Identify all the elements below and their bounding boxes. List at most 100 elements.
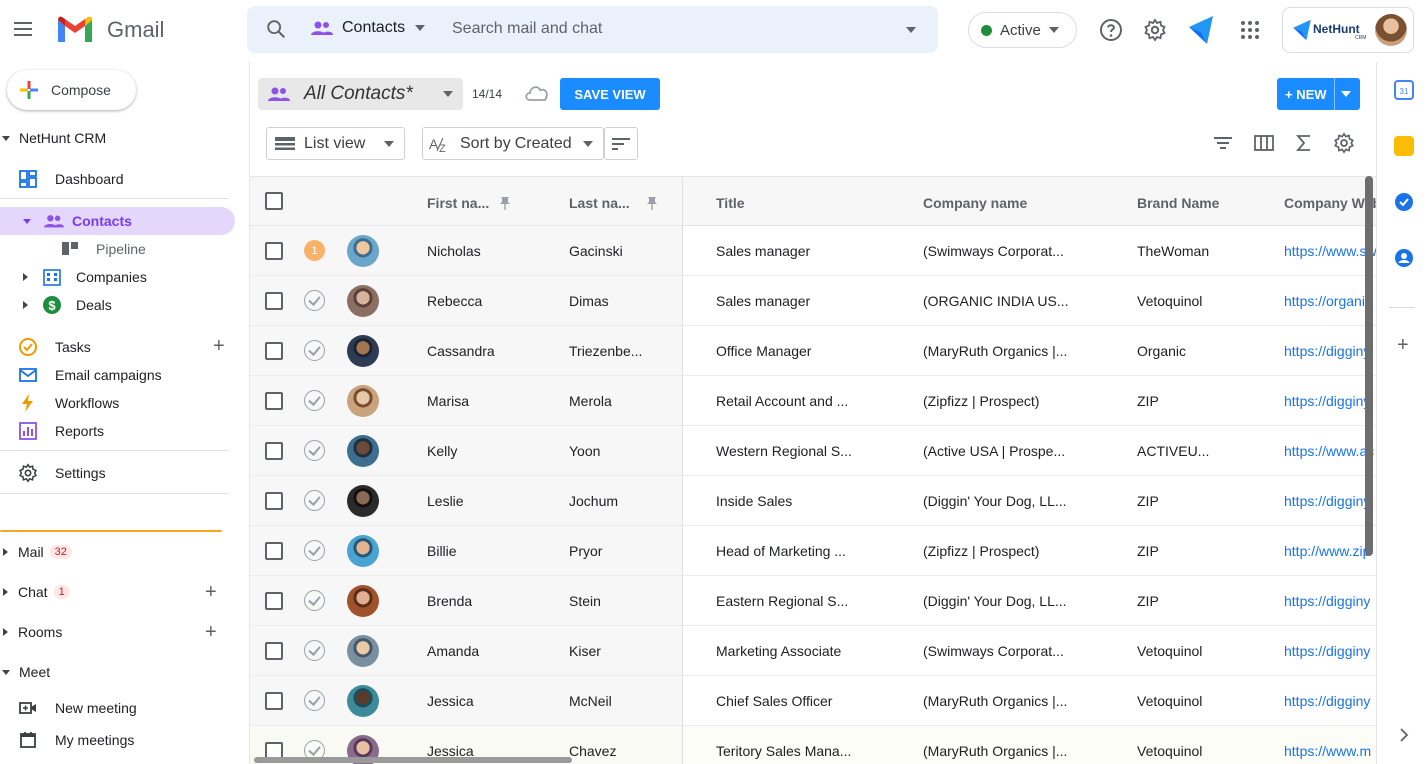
horizontal-scrollbar[interactable] (254, 757, 572, 763)
sidebar-item-pipeline[interactable]: Pipeline (0, 235, 235, 263)
contact-avatar[interactable] (347, 285, 379, 317)
main-menu-icon[interactable] (14, 18, 40, 44)
contact-avatar[interactable] (347, 685, 379, 717)
help-icon[interactable] (1099, 18, 1123, 42)
view-selector[interactable]: All Contacts* (258, 78, 463, 110)
cell-company-website[interactable]: https://digginy (1284, 593, 1376, 609)
row-checkbox[interactable] (265, 592, 283, 610)
header-first-name[interactable]: First na... (427, 195, 511, 211)
cloud-sync-icon[interactable] (524, 84, 550, 102)
row-checkbox[interactable] (265, 492, 283, 510)
search-scope-selector[interactable]: Contacts (311, 19, 426, 37)
header-brand-name[interactable]: Brand Name (1137, 195, 1219, 211)
task-done-check-icon[interactable] (304, 540, 325, 561)
header-company-website[interactable]: Company Webs (1284, 195, 1376, 211)
task-done-check-icon[interactable] (304, 690, 325, 711)
header-last-name[interactable]: Last na... (569, 195, 658, 211)
chevron-down-icon[interactable] (1341, 91, 1351, 97)
contact-avatar[interactable] (347, 235, 379, 267)
table-row[interactable]: 1 Nicholas Gacinski Sales manager (Swimways … (250, 226, 1376, 276)
pin-icon[interactable] (646, 196, 658, 210)
search-options-icon[interactable] (906, 27, 916, 33)
cell-company-website[interactable]: https://digginy (1284, 493, 1376, 509)
apps-grid-icon[interactable] (1238, 18, 1262, 42)
section-meet[interactable]: Meet (0, 664, 50, 680)
contact-avatar[interactable] (347, 535, 379, 567)
chevron-right-icon[interactable] (1399, 728, 1409, 742)
table-row[interactable]: Billie Pryor Head of Marketing ... (Zipfizz… (250, 526, 1376, 576)
user-avatar[interactable] (1375, 14, 1407, 46)
task-done-check-icon[interactable] (304, 390, 325, 411)
task-done-check-icon[interactable] (304, 290, 325, 311)
calendar-app-icon[interactable]: 31 (1394, 80, 1414, 100)
search-bar[interactable]: Contacts (247, 6, 938, 53)
sidebar-item-contacts[interactable]: Contacts (0, 207, 235, 235)
cell-company-website[interactable]: https://organic (1284, 293, 1376, 309)
section-nethunt-crm[interactable]: NetHunt CRM (0, 130, 106, 146)
search-icon[interactable] (265, 18, 287, 40)
table-row[interactable]: Cassandra Triezenbe... Office Manager (Mary… (250, 326, 1376, 376)
table-row[interactable]: Jessica McNeil Chief Sales Officer (MaryRut… (250, 676, 1376, 726)
section-mail[interactable]: Mail 32 (0, 544, 72, 560)
contact-avatar[interactable] (347, 385, 379, 417)
cell-company-website[interactable]: https://digginy (1284, 693, 1376, 709)
table-row[interactable]: Marisa Merola Retail Account and ... (Zipfi… (250, 376, 1376, 426)
cell-company-website[interactable]: https://digginy (1284, 393, 1376, 409)
account-badge[interactable]: NetHunt CRM (1282, 7, 1414, 53)
section-chat[interactable]: Chat 1 (0, 584, 70, 600)
cell-company-website[interactable]: https://www.ac (1284, 443, 1376, 459)
row-checkbox[interactable] (265, 392, 283, 410)
new-meeting-item[interactable]: New meeting (0, 694, 235, 722)
contact-avatar[interactable] (347, 335, 379, 367)
sidebar-item-email-campaigns[interactable]: Email campaigns (0, 361, 235, 389)
new-record-button[interactable]: + NEW (1277, 78, 1360, 110)
table-row[interactable]: Rebecca Dimas Sales manager (ORGANIC INDIA … (250, 276, 1376, 326)
table-row[interactable]: Brenda Stein Eastern Regional S... (Diggin'… (250, 576, 1376, 626)
task-done-check-icon[interactable] (304, 490, 325, 511)
header-title[interactable]: Title (716, 195, 745, 211)
sort-direction-button[interactable] (604, 127, 638, 160)
cell-company-website[interactable]: https://digginy (1284, 643, 1376, 659)
view-settings-gear-icon[interactable] (1333, 132, 1355, 154)
cell-company-website[interactable]: https://www.m (1284, 743, 1376, 759)
sidebar-item-tasks[interactable]: Tasks (0, 333, 235, 361)
sidebar-item-settings[interactable]: Settings (0, 459, 235, 487)
row-checkbox[interactable] (265, 442, 283, 460)
task-done-check-icon[interactable] (304, 440, 325, 461)
contacts-app-icon[interactable] (1394, 248, 1414, 268)
row-checkbox[interactable] (265, 692, 283, 710)
pin-icon[interactable] (499, 196, 511, 210)
status-selector[interactable]: Active (968, 12, 1077, 48)
vertical-scrollbar[interactable] (1365, 176, 1373, 556)
table-row[interactable]: Amanda Kiser Marketing Associate (Swimways … (250, 626, 1376, 676)
row-checkbox[interactable] (265, 242, 283, 260)
contact-avatar[interactable] (347, 485, 379, 517)
contact-avatar[interactable] (347, 635, 379, 667)
sort-selector[interactable]: AZ Sort by Created (422, 127, 604, 160)
sidebar-item-reports[interactable]: Reports (0, 417, 235, 445)
columns-icon[interactable] (1253, 132, 1275, 154)
compose-button[interactable]: Compose (7, 70, 136, 110)
filter-icon[interactable] (1212, 132, 1234, 154)
get-addons-button[interactable]: + (1397, 334, 1409, 357)
sidebar-item-workflows[interactable]: Workflows (0, 389, 235, 417)
search-input[interactable] (452, 16, 882, 42)
contact-avatar[interactable] (347, 435, 379, 467)
row-checkbox[interactable] (265, 342, 283, 360)
header-company-name[interactable]: Company name (923, 195, 1027, 211)
section-rooms[interactable]: Rooms (0, 624, 62, 640)
notification-count-badge[interactable]: 1 (304, 240, 325, 261)
keep-notes-icon[interactable] (1394, 136, 1414, 156)
add-task-button[interactable]: + (213, 335, 225, 358)
settings-gear-icon[interactable] (1143, 18, 1167, 42)
sum-sigma-icon[interactable] (1293, 132, 1315, 154)
contact-avatar[interactable] (347, 585, 379, 617)
cell-company-website[interactable]: http://www.zip (1284, 543, 1376, 559)
sidebar-item-deals[interactable]: $ Deals (0, 291, 235, 319)
task-done-check-icon[interactable] (304, 640, 325, 661)
table-row[interactable]: Kelly Yoon Western Regional S... (Active US… (250, 426, 1376, 476)
tasks-app-icon[interactable] (1394, 192, 1414, 212)
table-row[interactable]: Leslie Jochum Inside Sales (Diggin' Your Do… (250, 476, 1376, 526)
my-meetings-item[interactable]: My meetings (0, 726, 235, 754)
new-chat-button[interactable]: + (205, 581, 217, 604)
